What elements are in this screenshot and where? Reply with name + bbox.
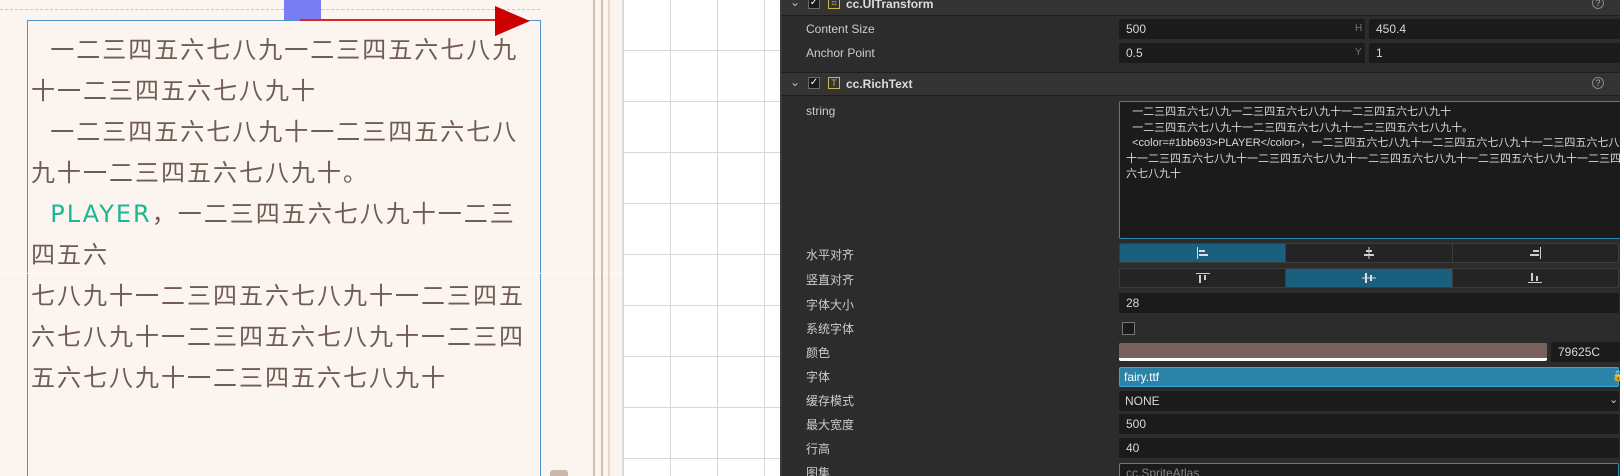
sprite-atlas-field[interactable]: cc.SpriteAtlas [1119,463,1619,476]
component-enabled-checkbox[interactable]: ✓ [808,77,820,89]
inspector-panel: ⌄ ✓ ⌗ cc.UITransform ? Content Size 500 … [782,0,1620,476]
font-label: 字体 [806,370,831,384]
canvas-border-line [608,0,610,476]
atlas-label: 图集 [806,466,831,476]
chevron-down-icon[interactable]: ⌄ [1609,393,1618,406]
richtext-preview: 一二三四五六七八九一二三四五六七八九十一二三四五六七八九十 一二三四五六七八九十… [31,30,536,399]
gizmo-x-axis[interactable] [300,19,520,21]
font-size-field[interactable]: 28 [1119,293,1619,313]
max-width-label: 最大宽度 [806,418,855,432]
string-label: string [806,104,836,118]
chevron-down-icon[interactable]: ⌄ [790,0,800,9]
uitransform-icon: ⌗ [828,0,840,9]
align-bottom-button[interactable] [1452,269,1618,287]
gizmo-x-arrow-handle[interactable] [495,6,530,36]
valign-segment [1119,268,1619,288]
cache-mode-select[interactable]: NONE [1119,391,1619,411]
color-swatch[interactable] [1119,343,1547,361]
line-height-label: 行高 [806,442,831,456]
scene-view[interactable]: 一二三四五六七八九一二三四五六七八九十一二三四五六七八九十 一二三四五六七八九十… [0,0,622,476]
richtext-player-text: PLAYER [50,200,152,228]
system-font-label: 系统字体 [806,322,855,336]
align-left-icon [1196,247,1208,259]
align-bottom-icon [1528,273,1543,283]
align-middle-button[interactable] [1286,269,1453,287]
gizmo-y-handle[interactable] [284,0,321,20]
help-icon[interactable]: ? [1592,77,1604,89]
align-left-button[interactable] [1120,244,1287,262]
cache-mode-label: 缓存模式 [806,394,855,408]
richtext-header[interactable]: ⌄ ✓ T cc.RichText ? [782,72,1620,96]
component-enabled-checkbox[interactable]: ✓ [808,0,820,9]
richtext-icon: T [828,77,840,89]
align-middle-icon [1361,273,1376,283]
anchor-y-field[interactable]: 1 [1369,43,1620,63]
axis-label: Y [1355,47,1362,58]
component-title: cc.RichText [846,77,913,91]
resize-handle[interactable] [550,470,568,476]
canvas-border-line [601,0,603,476]
richtext-line: 七八九十一二三四五六七八九十一二三四五六七八九十一二三四五六七八九十一二三四五六… [31,282,525,392]
anchor-point-label: Anchor Point [806,46,875,60]
font-asset-field[interactable]: fairy.ttf [1119,367,1619,387]
align-top-icon [1195,273,1210,283]
content-width-field[interactable]: 500 [1119,19,1365,39]
font-size-label: 字体大小 [806,298,855,312]
canvas-border-line [593,0,595,476]
uitransform-header[interactable]: ⌄ ✓ ⌗ cc.UITransform ? [782,0,1620,16]
system-font-checkbox[interactable] [1122,322,1135,335]
halign-label: 水平对齐 [806,248,855,262]
help-icon[interactable]: ? [1592,0,1604,9]
align-top-button[interactable] [1120,269,1287,287]
align-right-icon [1530,247,1542,259]
richtext-line: 一二三四五六七八九一二三四五六七八九十一二三四五六七八九十 [31,36,519,105]
richtext-line: 一二三四五六七八九十一二三四五六七八九十一二三四五六七八九十。 [31,118,519,187]
line-height-field[interactable]: 40 [1119,438,1619,458]
align-right-button[interactable] [1452,244,1618,262]
align-center-button[interactable] [1286,244,1453,262]
chevron-down-icon[interactable]: ⌄ [790,75,800,89]
color-hex-field[interactable]: 79625C [1551,342,1620,362]
anchor-x-field[interactable]: 0.5 [1119,43,1365,63]
align-center-icon [1363,247,1374,259]
halign-segment [1119,243,1619,263]
component-title: cc.UITransform [846,0,934,11]
string-textarea[interactable]: 一二三四五六七八九一二三四五六七八九十一二三四五六七八九十 一二三四五六七八九十… [1119,101,1620,239]
canvas-edge-dashed [0,9,540,10]
axis-label: H [1355,23,1363,34]
color-label: 颜色 [806,346,831,360]
content-size-label: Content Size [806,22,875,36]
lock-icon[interactable]: 🔒 [1612,371,1620,382]
scene-grid[interactable] [622,0,780,476]
content-height-field[interactable]: 450.4 [1369,19,1620,39]
scene-guide-line [0,273,622,274]
max-width-field[interactable]: 500 [1119,414,1619,434]
valign-label: 竖直对齐 [806,273,855,287]
